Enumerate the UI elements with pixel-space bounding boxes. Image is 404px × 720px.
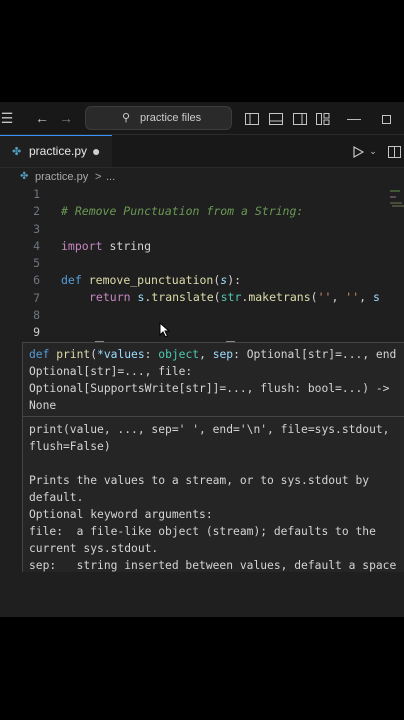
line-number: 3 — [33, 222, 40, 236]
line-number: 9 — [33, 325, 40, 339]
tab-bar: ✤ practice.py ● ⌄ — [0, 135, 404, 168]
editor-window: ☰ ← → ⚲ practice files — ✤ practice.py ● — [0, 102, 404, 617]
usage-line: print(value, ..., sep=' ', end='\n', fil… — [29, 423, 390, 436]
forward-arrow-icon[interactable]: → — [58, 102, 74, 134]
line-number: 7 — [33, 291, 40, 305]
toggle-sidebar-icon[interactable] — [244, 102, 260, 134]
run-icon[interactable] — [350, 135, 366, 167]
line-number: 8 — [33, 308, 40, 322]
tab-practice-py[interactable]: ✤ practice.py ● — [0, 135, 112, 167]
search-text: practice files — [140, 112, 202, 124]
line-number: 6 — [33, 273, 40, 287]
doc-line: file: a file-like object (stream); defau… — [29, 525, 376, 538]
hover-tooltip: def print(*values: object, sep: Optional… — [22, 342, 404, 572]
title-bar: ☰ ← → ⚲ practice files — — [0, 102, 404, 135]
search-icon: ⚲ — [122, 112, 131, 124]
command-center-search[interactable]: ⚲ practice files — [85, 106, 232, 130]
tab-label: practice.py — [29, 144, 88, 158]
signature-line: def print(*values: object, sep: Optional… — [29, 348, 397, 361]
unsaved-dot-icon[interactable]: ● — [92, 136, 100, 166]
python-file-icon: ✤ — [20, 171, 29, 182]
layout-icon[interactable] — [315, 102, 331, 134]
breadcrumb: ✤ practice.py > ... — [0, 168, 404, 186]
minimize-icon[interactable]: — — [346, 102, 362, 134]
sig-def: def — [29, 348, 50, 361]
python-file-icon: ✤ — [12, 146, 22, 158]
signature-line: Optional[str]=..., file: — [29, 365, 193, 378]
breadcrumb-more[interactable]: ... — [106, 168, 115, 186]
doc-line: current sys.stdout. — [29, 542, 159, 555]
maximize-icon[interactable] — [380, 102, 392, 134]
signature-line: Optional[SupportsWrite[str]]=..., flush:… — [29, 382, 390, 395]
doc-line: Prints the values to a stream, or to sys… — [29, 474, 370, 487]
line-number: 1 — [33, 187, 40, 201]
line-number: 5 — [33, 256, 40, 270]
minimap[interactable] — [388, 186, 404, 346]
line-number: 2 — [33, 204, 40, 218]
mouse-pointer-icon — [159, 322, 171, 338]
doc-line: default. — [29, 491, 84, 504]
code-editor[interactable]: 1 # Remove Punctuation from a String: 2 … — [0, 186, 404, 357]
toggle-panel-icon[interactable] — [268, 102, 284, 134]
toggle-secondary-sidebar-icon[interactable] — [292, 102, 308, 134]
usage-line: flush=False) — [29, 440, 111, 453]
line-number: 4 — [33, 239, 40, 253]
back-arrow-icon[interactable]: ← — [34, 102, 50, 134]
hover-divider — [23, 416, 404, 417]
breadcrumb-file[interactable]: practice.py — [35, 168, 88, 186]
doc-line: Optional keyword arguments: — [29, 508, 213, 521]
split-editor-icon[interactable] — [386, 135, 402, 167]
doc-line: sep: string inserted between values, def… — [29, 559, 397, 572]
signature-line: None — [29, 399, 57, 412]
menu-icon[interactable]: ☰ — [0, 102, 14, 134]
breadcrumb-separator: > — [95, 171, 102, 183]
chevron-down-icon[interactable]: ⌄ — [368, 135, 378, 167]
